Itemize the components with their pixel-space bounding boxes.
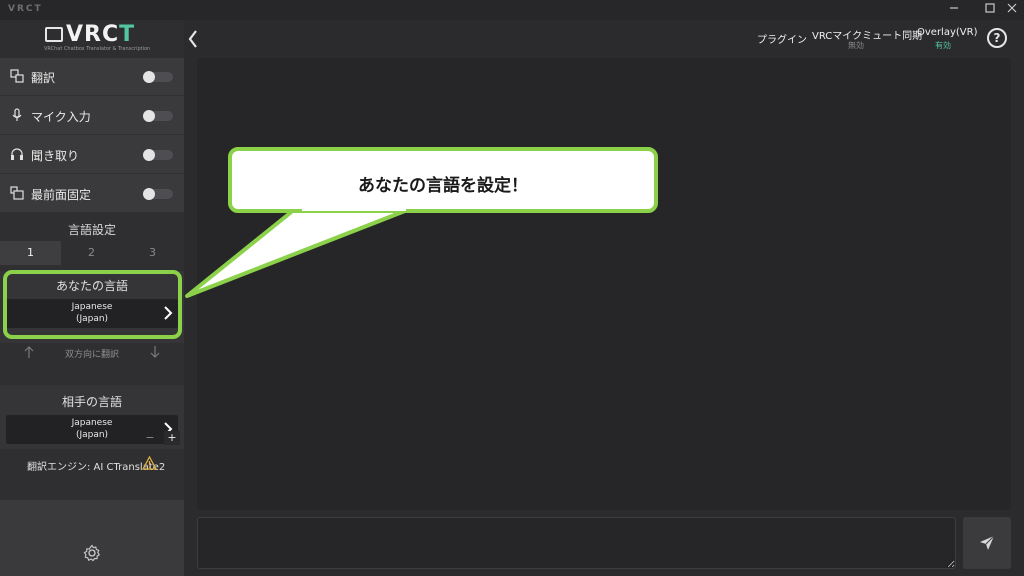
preset-tabs: 1 2 3 bbox=[0, 241, 184, 265]
help-button[interactable]: ? bbox=[987, 28, 1007, 48]
logo-subtitle: VRChat Chatbox Translator & Transcriptio… bbox=[44, 46, 151, 52]
mic-mute-sync-label[interactable]: VRCマイクミュート同期 bbox=[812, 27, 922, 42]
tab-preset-2[interactable]: 2 bbox=[61, 241, 122, 265]
warning-icon bbox=[142, 456, 157, 470]
callout-join bbox=[302, 203, 406, 211]
chat-bubble-icon bbox=[45, 27, 63, 42]
remove-language-button[interactable]: − bbox=[142, 431, 158, 445]
target-language-caption: 相手の言語 bbox=[61, 395, 122, 409]
logo-text-accent: T bbox=[119, 22, 136, 47]
switch-knob bbox=[143, 149, 155, 161]
maximize-icon[interactable] bbox=[980, 2, 1000, 18]
toggle-label-mic-input: マイク入力 bbox=[31, 110, 91, 124]
arrow-down-icon bbox=[150, 346, 160, 358]
add-language-button[interactable]: + bbox=[164, 431, 180, 445]
toggle-label-listening: 聞き取り bbox=[31, 149, 80, 163]
message-log-area[interactable] bbox=[197, 58, 1011, 510]
translate-icon bbox=[10, 69, 24, 83]
window-pin-icon bbox=[10, 186, 24, 200]
translation-engine-status[interactable]: 翻訳エンジン: AI CTranslate2 bbox=[0, 454, 184, 474]
message-input[interactable] bbox=[197, 517, 956, 569]
window-title: VRCT bbox=[8, 4, 43, 14]
callout-text: あなたの言語を設定！ bbox=[358, 176, 528, 196]
toggle-label-always-on-top: 最前面固定 bbox=[31, 188, 92, 202]
translate-switch[interactable] bbox=[143, 71, 173, 83]
listening-switch[interactable] bbox=[143, 149, 173, 161]
tab-preset-3[interactable]: 3 bbox=[122, 241, 183, 265]
mic-input-switch[interactable] bbox=[143, 110, 173, 122]
headphones-icon bbox=[11, 148, 23, 160]
send-button[interactable] bbox=[963, 517, 1011, 569]
toggle-row-listening[interactable]: 聞き取り bbox=[0, 136, 184, 174]
switch-knob bbox=[143, 71, 155, 83]
close-icon[interactable] bbox=[1002, 2, 1022, 18]
toggle-row-always-on-top[interactable]: 最前面固定 bbox=[0, 175, 184, 213]
settings-gear-icon[interactable] bbox=[83, 544, 101, 562]
toggle-row-translate[interactable]: 翻訳 bbox=[0, 58, 184, 96]
callout-bubble: あなたの言語を設定！ bbox=[228, 147, 658, 213]
microphone-icon bbox=[12, 108, 22, 121]
language-settings-title: 言語設定 bbox=[67, 223, 116, 237]
target-language-value: Japanese bbox=[71, 418, 113, 428]
minimize-icon[interactable] bbox=[944, 2, 964, 18]
switch-knob bbox=[143, 110, 155, 122]
logo-text: VRC bbox=[66, 22, 120, 47]
always-on-top-switch[interactable] bbox=[143, 188, 173, 200]
your-language-highlight-frame bbox=[3, 270, 182, 339]
app-logo: VRCT VRChat Chatbox Translator & Transcr… bbox=[0, 20, 184, 58]
overlay-vr-label[interactable]: Overlay(VR) bbox=[917, 27, 977, 38]
plugins-button[interactable]: プラグイン bbox=[757, 31, 807, 46]
toggle-label-translate: 翻訳 bbox=[31, 71, 56, 85]
tab-preset-1[interactable]: 1 bbox=[0, 241, 61, 265]
mic-mute-sync-status: 無効 bbox=[848, 41, 864, 50]
window-titlebar: VRCT bbox=[0, 0, 1024, 20]
switch-knob bbox=[143, 188, 155, 200]
swap-direction-row[interactable]: 双方向に翻訳 bbox=[0, 345, 184, 361]
collapse-sidebar-icon[interactable] bbox=[184, 20, 202, 58]
send-icon bbox=[980, 535, 995, 550]
toggle-row-mic-input[interactable]: マイク入力 bbox=[0, 97, 184, 135]
overlay-vr-status: 有効 bbox=[935, 41, 951, 50]
